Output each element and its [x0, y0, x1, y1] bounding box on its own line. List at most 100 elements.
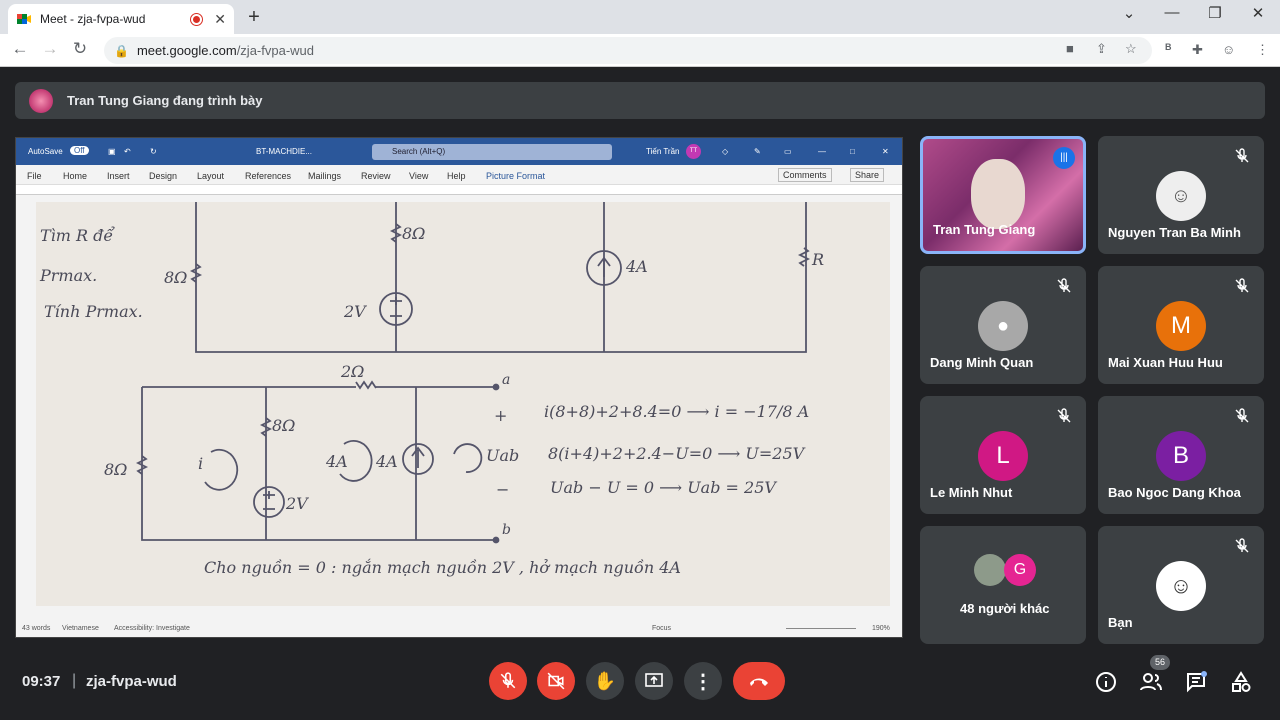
diamond-icon[interactable]: ◇	[722, 147, 728, 156]
camera-off-icon	[547, 672, 565, 690]
minus-sign: −	[496, 480, 510, 499]
chrome-menu-icon[interactable]: ⋮	[1256, 42, 1269, 58]
mic-toggle-button[interactable]	[489, 662, 527, 700]
share-page-icon[interactable]: ⇪	[1096, 41, 1107, 57]
participant-avatar: L	[978, 431, 1028, 481]
equation-2: 8(i+4)+2+2.4−U=0 ⟶ U=25V	[548, 444, 805, 463]
label-8ohm-top-left: 8Ω	[164, 268, 188, 287]
menu-insert[interactable]: Insert	[107, 171, 130, 181]
extension-b-icon[interactable]: B	[1165, 42, 1172, 52]
participant-tile-presenter[interactable]: ||| Tran Tung Giang	[920, 136, 1086, 254]
menu-design[interactable]: Design	[149, 171, 177, 181]
participant-tile[interactable]: ☺ Nguyen Tran Ba Minh	[1098, 136, 1264, 254]
leave-call-button[interactable]	[733, 662, 785, 700]
chat-button[interactable]	[1184, 670, 1208, 694]
activities-button[interactable]	[1229, 670, 1253, 694]
participant-tile[interactable]: ● Dang Minh Quan	[920, 266, 1086, 384]
people-button[interactable]	[1139, 670, 1163, 694]
hand-icon: ✋	[593, 670, 617, 691]
speaking-indicator-icon: |||	[1053, 147, 1075, 169]
forward-icon[interactable]: →	[38, 39, 62, 59]
participant-tile[interactable]: B Bao Ngoc Dang Khoa	[1098, 396, 1264, 514]
mic-off-icon	[1057, 278, 1071, 293]
doc-name[interactable]: BT-MACHDIE...	[256, 147, 312, 156]
share-button[interactable]: Share	[850, 168, 885, 182]
label-4a-top: 4A	[626, 257, 648, 276]
save-icon[interactable]: ▣	[108, 147, 116, 156]
mic-off-icon	[500, 672, 516, 689]
autosave-toggle[interactable]: Off	[70, 146, 89, 155]
bookmark-star-icon[interactable]: ☆	[1125, 41, 1137, 57]
separator: |	[72, 672, 77, 689]
close-window-icon[interactable]: ✕	[1244, 4, 1272, 22]
undo-icon[interactable]: ↶	[124, 147, 131, 156]
word-user-avatar[interactable]: TT	[686, 144, 701, 159]
maximize-icon[interactable]: ❐	[1201, 4, 1229, 22]
ribbon-display-icon[interactable]: ▭	[784, 147, 792, 156]
present-icon	[645, 673, 663, 687]
presenting-banner: Tran Tung Giang đang trình bày	[15, 82, 1265, 119]
others-tile[interactable]: G 48 người khác	[920, 526, 1086, 644]
meeting-info-button[interactable]	[1094, 670, 1118, 694]
mic-off-icon	[1057, 408, 1071, 423]
redo-icon[interactable]: ↻	[150, 147, 157, 156]
browser-tab[interactable]: Meet - zja-fvpa-wud ✕	[8, 4, 234, 34]
label-r: R	[812, 250, 825, 269]
self-avatar: ☺	[1156, 561, 1206, 611]
word-ruler	[16, 185, 902, 195]
clock: 09:37	[22, 673, 61, 690]
url-host: meet.google.com	[136, 43, 237, 58]
new-tab-icon[interactable]: +	[244, 6, 264, 29]
node-a-label: a	[502, 372, 511, 388]
reload-icon[interactable]: ↻	[68, 39, 92, 59]
participant-name: Tran Tung Giang	[933, 222, 1036, 237]
camera-toggle-button[interactable]	[537, 662, 575, 700]
shared-screen: AutoSave Off ▣ ↶ ↻ BT-MACHDIE... Search …	[15, 137, 903, 638]
menu-view[interactable]: View	[409, 171, 428, 181]
menu-review[interactable]: Review	[361, 171, 391, 181]
mic-off-icon	[1235, 538, 1249, 553]
more-options-button[interactable]: ⋮	[684, 662, 722, 700]
back-icon[interactable]: ←	[8, 39, 32, 59]
mic-off-icon	[1235, 148, 1249, 163]
menu-layout[interactable]: Layout	[197, 171, 224, 181]
word-title-bar: AutoSave Off ▣ ↶ ↻ BT-MACHDIE... Search …	[16, 138, 902, 165]
accessibility-status[interactable]: Accessibility: Investigate	[114, 625, 190, 632]
participant-tile[interactable]: M Mai Xuan Huu Huu	[1098, 266, 1264, 384]
participant-avatar: ☺	[1156, 171, 1206, 221]
word-count[interactable]: 43 words	[22, 625, 50, 632]
comments-button[interactable]: Comments	[778, 168, 832, 182]
mic-off-icon	[1235, 278, 1249, 293]
zoom-slider[interactable]	[786, 628, 856, 629]
menu-help[interactable]: Help	[447, 171, 466, 181]
present-screen-button[interactable]	[635, 662, 673, 700]
raise-hand-button[interactable]: ✋	[586, 662, 624, 700]
pen-icon[interactable]: ✎	[754, 147, 761, 156]
address-bar[interactable]: 🔒 meet.google.com/zja-fvpa-wud	[104, 37, 1152, 64]
word-search-box[interactable]: Search (Alt+Q)	[372, 144, 612, 160]
extensions-puzzle-icon[interactable]: ✚	[1192, 42, 1203, 58]
menu-references[interactable]: References	[245, 171, 291, 181]
word-maximize-icon[interactable]: □	[850, 147, 855, 156]
word-minimize-icon[interactable]: —	[818, 147, 826, 156]
menu-file[interactable]: File	[27, 171, 42, 181]
minimize-icon[interactable]: —	[1158, 4, 1186, 21]
focus-mode[interactable]: Focus	[652, 625, 671, 632]
menu-mailings[interactable]: Mailings	[308, 171, 341, 181]
menu-picture-format[interactable]: Picture Format	[486, 171, 545, 181]
participant-tile[interactable]: L Le Minh Nhut	[920, 396, 1086, 514]
self-tile[interactable]: ☺ Bạn	[1098, 526, 1264, 644]
browser-toolbar: ← → ↻ 🔒 meet.google.com/zja-fvpa-wud ■ ⇪…	[0, 34, 1280, 67]
meeting-code: zja-fvpa-wud	[86, 673, 177, 690]
word-close-icon[interactable]: ✕	[882, 147, 889, 156]
tab-search-icon[interactable]: ⌄	[1115, 4, 1143, 22]
menu-home[interactable]: Home	[63, 171, 87, 181]
language-status[interactable]: Vietnamese	[62, 625, 99, 632]
tab-close-icon[interactable]: ✕	[214, 11, 226, 28]
profile-avatar-icon[interactable]: ☺	[1222, 42, 1235, 57]
uab-label: Uab	[486, 446, 520, 465]
zoom-level[interactable]: 190%	[872, 625, 890, 632]
participant-name: Nguyen Tran Ba Minh	[1108, 225, 1241, 240]
label-4a-bottom: 4A	[376, 452, 398, 471]
camera-icon[interactable]: ■	[1066, 41, 1074, 56]
